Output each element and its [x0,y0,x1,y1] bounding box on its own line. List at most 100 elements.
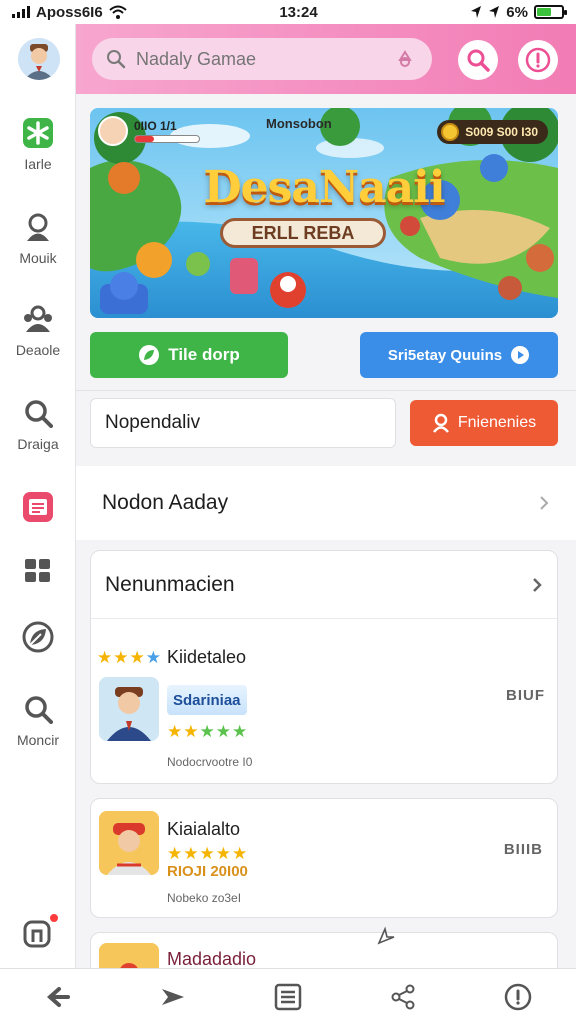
player-status: 0IIO 1/1 [98,116,200,146]
search-icon [467,49,490,72]
game-badge: RIOJI 20I00 [167,863,248,880]
game-card[interactable]: Kiaialalto ★ ★ ★ ★ ★ RIOJI 20I00 Nobeko zo3e… [90,798,558,918]
sidebar-item-notifications[interactable] [0,912,76,950]
leaf-icon [139,345,160,365]
time-label: 13:24 [279,3,318,21]
rating-stars: ★ ★ ★ ★ ★ [167,844,248,863]
list-row[interactable]: Nodon Aaday [76,466,576,540]
banner-cta[interactable]: ERLL REBA [220,218,386,248]
game-name: Kiaialalto [167,819,241,839]
divider [76,390,576,391]
coin-value: S009 S00 I30 [465,125,538,139]
info-icon [525,47,551,73]
star-icon [21,116,55,150]
text-field[interactable]: Nopendaliv [90,398,396,448]
sidebar-item-label: Deaole [15,342,61,358]
banner-title: DesaNaaii [203,162,445,213]
input-row: Nopendaliv Fnienenies [90,398,558,448]
battery-icon [533,5,567,19]
battery-level [536,8,552,16]
avatar[interactable] [18,38,60,80]
player-avatar [98,116,128,146]
secondary-button-label: Sri5etay Quuins [387,346,503,364]
play-button[interactable]: Tile dorp [90,332,288,378]
secondary-button[interactable]: Sri5etay Quuins [360,332,558,378]
list-row-label: Nodon Aaday [102,491,229,514]
group-icon [21,302,55,336]
friends-button[interactable]: Fnienenies [410,400,558,446]
chevron-right-icon [533,577,542,592]
card-title: Nenunmacien [105,572,235,596]
share-button[interactable] [383,977,423,1017]
back-button[interactable] [38,977,78,1017]
chevron-right-icon [540,496,549,510]
bottom-nav [0,968,576,1024]
player-stats: 0IIO 1/1 [134,119,177,133]
status-bar: Aposs6I6 13:24 6% [0,0,576,24]
recycle-icon[interactable] [396,50,414,68]
note-icon [21,490,55,524]
list-button[interactable] [268,977,308,1017]
search-icon [107,50,126,69]
banner-label: Monsobon [266,116,332,131]
search-bar[interactable] [92,38,432,80]
leaf-icon [21,620,55,654]
send-icon [161,988,184,1005]
info-button[interactable] [498,977,538,1017]
sidebar-item-label: Iarle [24,156,52,172]
game-value: BIUF [506,687,545,704]
pointer-icon [377,926,395,945]
send-button[interactable] [153,977,193,1017]
wifi-icon [109,5,127,19]
sidebar-item-apps[interactable] [0,554,76,588]
game-name: Madadadio [167,949,257,969]
health-bar-fill [135,136,155,142]
game-name: Kiidetaleo [167,647,247,667]
sidebar-item-home[interactable]: Iarle [0,116,76,172]
sidebar-item-discover[interactable]: Draiga [0,396,76,452]
game-meta: Nobeko zo3eI [167,891,242,905]
location-icon [471,6,482,18]
health-bar [134,135,200,143]
info-icon [505,983,532,1010]
person-icon [432,413,449,433]
games-card: Nenunmacien ★ ★ ★ ★ Kiidetaleo Sdariniaa ★ ★… [90,550,558,784]
search-button[interactable] [458,40,498,80]
coin-counter: S009 S00 I30 [437,120,548,144]
carrier-label: Aposs6I6 [36,3,103,21]
sidebar-item-search[interactable]: Moncir [0,692,76,748]
rating-stars: ★ ★ ★ ★ ★ [167,722,248,741]
battery-percent: 6% [506,3,528,21]
top-bar [76,24,576,94]
sidebar-item-label: Moncir [16,732,59,748]
person-icon [21,210,55,244]
game-thumbnail [99,677,159,741]
main-content: 0IIO 1/1 Monsobon S009 S00 I30 DesaNaaii… [76,94,576,992]
search-input[interactable] [136,48,386,70]
sidebar-item-label: Mouik [19,250,57,266]
info-button[interactable] [518,40,558,80]
search-icon [21,692,55,726]
notification-badge [48,912,60,924]
game-thumbnail [99,811,159,875]
sidebar-item-notes[interactable] [0,490,76,524]
list-icon [274,983,302,1010]
sidebar-item-label: Draiga [17,436,59,452]
action-buttons: Tile dorp Sri5etay Quuins [90,332,558,378]
play-icon [511,346,530,364]
coin-icon [441,123,460,141]
card-header[interactable]: Nenunmacien [91,551,557,619]
sidebar-item-friends[interactable]: Deaole [0,302,76,358]
friends-button-label: Fnienenies [457,414,537,431]
game-meta: Nodocrvootre I0 [167,755,253,769]
share-icon [391,984,415,1009]
sidebar-item-explore[interactable] [0,620,76,654]
sidebar: Iarle Mouik Deaole Draiga Moncir [0,24,76,968]
grid-icon [21,554,55,588]
search-icon [21,396,55,430]
featured-banner[interactable]: 0IIO 1/1 Monsobon S009 S00 I30 DesaNaaii… [90,108,558,318]
location-icon [489,6,500,18]
game-value: BIIIB [503,841,543,858]
game-subtitle: Sdariniaa [167,685,247,715]
sidebar-item-profile[interactable]: Mouik [0,210,76,266]
